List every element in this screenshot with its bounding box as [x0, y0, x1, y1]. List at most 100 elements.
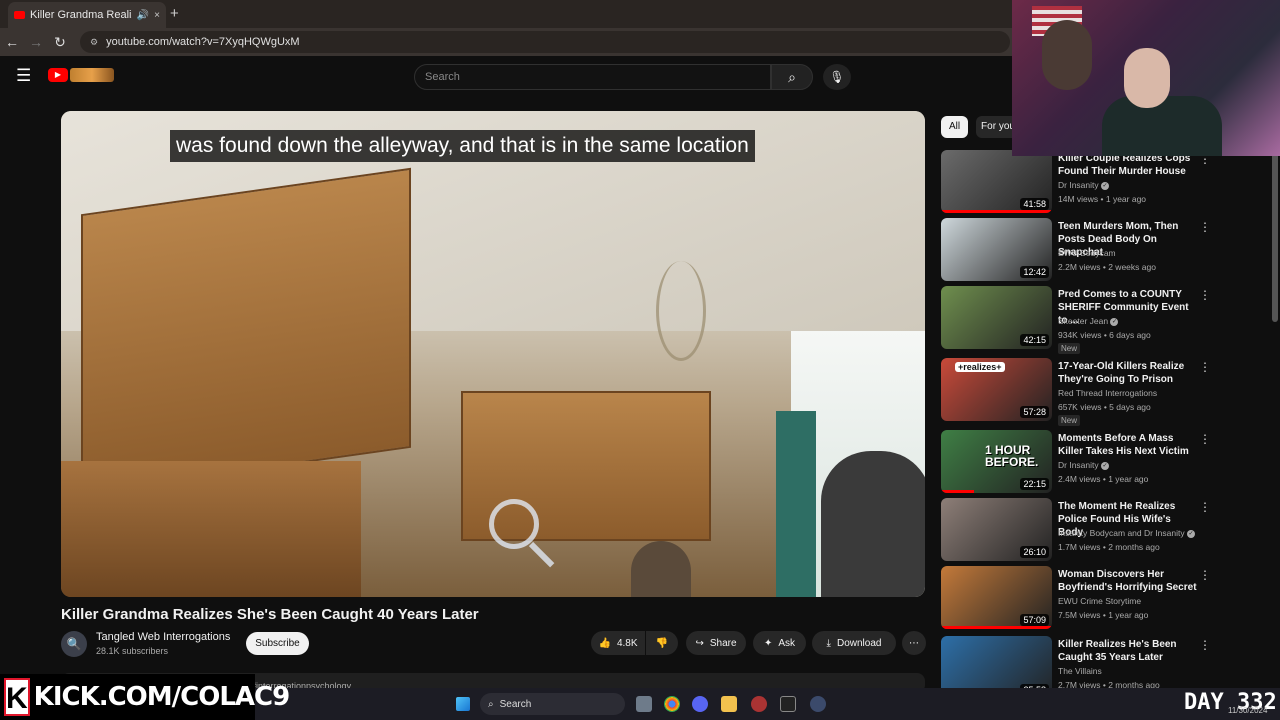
- recommendation-channel[interactable]: EWU Bodycam: [1058, 248, 1116, 258]
- recommendation-channel[interactable]: Dr Insanity ✓: [1058, 180, 1109, 190]
- taskbar-search[interactable]: ⌕ Search: [480, 693, 625, 715]
- chip-all[interactable]: All: [941, 116, 968, 138]
- channel-avatar[interactable]: 🔍: [61, 631, 87, 657]
- new-tab-button[interactable]: +: [170, 5, 179, 22]
- recommendation-channel[interactable]: The Villains: [1058, 666, 1102, 676]
- kebab-menu-icon[interactable]: ⋮: [1199, 360, 1211, 374]
- video-duration: 12:42: [1020, 266, 1049, 278]
- recommendation-title[interactable]: 17-Year-Old Killers Realize They're Goin…: [1058, 360, 1198, 386]
- watch-progress-bar: [941, 490, 975, 493]
- kebab-menu-icon[interactable]: ⋮: [1199, 288, 1211, 302]
- recommendation-channel-name: EWU Crime Storytime: [1058, 596, 1142, 606]
- channel-name[interactable]: Tangled Web Interrogations: [96, 631, 230, 643]
- webcam-streamer-head: [1124, 48, 1170, 108]
- recommendation-channel[interactable]: Insanity Bodycam and Dr Insanity ✓: [1058, 528, 1195, 538]
- search-button[interactable]: ⌕: [771, 64, 813, 90]
- share-button[interactable]: ↪ Share: [686, 631, 746, 655]
- chrome-icon[interactable]: [664, 696, 680, 712]
- recommendation-thumbnail[interactable]: 57:28 +realizes+: [941, 358, 1052, 421]
- kebab-menu-icon[interactable]: ⋮: [1199, 432, 1211, 446]
- video-frame-officer: [821, 451, 925, 597]
- recommendation-meta: 2.4M views • 1 year ago: [1058, 474, 1149, 484]
- recommendation-thumbnail[interactable]: 42:15: [941, 286, 1052, 349]
- more-actions-button[interactable]: ⋯: [902, 631, 926, 655]
- recommendation-item[interactable]: 57:09 Woman Discovers Her Boyfriend's Hor…: [941, 566, 1211, 632]
- app-icon-m[interactable]: [780, 696, 796, 712]
- kebab-menu-icon[interactable]: ⋮: [1199, 568, 1211, 582]
- recommendation-channel[interactable]: Dr Insanity ✓: [1058, 460, 1109, 470]
- task-view-icon[interactable]: [636, 696, 652, 712]
- watch-progress-bar: [941, 210, 1052, 213]
- recommendation-channel[interactable]: Skeeter Jean ✓: [1058, 316, 1119, 326]
- search-input[interactable]: Search: [414, 64, 771, 90]
- sidebar-scrollbar[interactable]: [1272, 150, 1278, 322]
- youtube-logo[interactable]: ▶: [48, 68, 114, 82]
- recommendation-item[interactable]: 12:42 Teen Murders Mom, Then Posts Dead B…: [941, 218, 1211, 284]
- recommendation-item[interactable]: 42:15 Pred Comes to a COUNTY SHERIFF Comm…: [941, 286, 1211, 354]
- obs-icon[interactable]: [751, 696, 767, 712]
- watch-progress-bar: [941, 626, 1052, 629]
- recommendation-item[interactable]: 26:10 The Moment He Realizes Police Found…: [941, 498, 1211, 564]
- recommendation-thumbnail[interactable]: 22:15 1 HOUR BEFORE.: [941, 430, 1052, 493]
- browser-tab[interactable]: Killer Grandma Realizes She 🔊 ×: [8, 2, 166, 28]
- hamburger-menu-icon[interactable]: ☰: [16, 66, 31, 86]
- thumbnail-overlay-text: +realizes+: [955, 362, 1005, 372]
- discord-icon[interactable]: [692, 696, 708, 712]
- recommendation-channel[interactable]: EWU Crime Storytime: [1058, 596, 1141, 606]
- thumbs-up-icon: 👍: [598, 637, 611, 649]
- ask-button[interactable]: ✦ Ask: [753, 631, 806, 655]
- magnifier-avatar-icon: 🔍: [66, 637, 82, 651]
- recommendation-title[interactable]: Woman Discovers Her Boyfriend's Horrifyi…: [1058, 568, 1198, 594]
- video-frame-upper-cabinet: [81, 167, 411, 495]
- kick-stream-badge: K KICK.COM/COLAC9: [0, 674, 290, 720]
- recommendation-channel[interactable]: Red Thread Interrogations: [1058, 388, 1157, 398]
- back-arrow-icon[interactable]: ←: [0, 34, 24, 50]
- recommendation-title[interactable]: Moments Before A Mass Killer Takes His N…: [1058, 432, 1198, 458]
- recommendation-item[interactable]: 57:28 +realizes+ 17-Year-Old Killers Reali…: [941, 358, 1211, 426]
- download-label: Download: [836, 637, 882, 649]
- reload-icon[interactable]: ↻: [48, 34, 72, 51]
- kebab-menu-icon[interactable]: ⋮: [1199, 500, 1211, 514]
- video-frame-counter: [61, 461, 361, 597]
- app-icon-circle[interactable]: [810, 696, 826, 712]
- webcam-streamer-shirt: [1102, 96, 1222, 156]
- more-dots-icon: ⋯: [909, 637, 919, 649]
- recommendation-thumbnail[interactable]: 12:42: [941, 218, 1052, 281]
- recommendation-thumbnail[interactable]: 57:09: [941, 566, 1052, 629]
- recommendation-title[interactable]: Killer Realizes He's Been Caught 35 Year…: [1058, 638, 1198, 664]
- like-button[interactable]: 👍 4.8K: [591, 631, 645, 655]
- recommendation-channel-name: Red Thread Interrogations: [1058, 388, 1158, 398]
- voice-search-mic-icon[interactable]: 🎙: [823, 64, 851, 90]
- video-duration: 22:15: [1020, 478, 1049, 490]
- recommendation-thumbnail[interactable]: 41:58: [941, 150, 1052, 213]
- forward-arrow-icon[interactable]: →: [24, 34, 48, 50]
- youtube-play-icon: ▶: [48, 68, 68, 82]
- video-player[interactable]: was found down the alleyway, and that is…: [61, 111, 925, 597]
- speaker-icon[interactable]: 🔊: [137, 10, 149, 21]
- recommendation-item[interactable]: 22:15 1 HOUR BEFORE. Moments Before A Mass…: [941, 430, 1211, 496]
- kebab-menu-icon[interactable]: ⋮: [1199, 638, 1211, 652]
- subscribe-button[interactable]: Subscribe: [246, 632, 309, 655]
- recommendation-meta: 1.7M views • 2 months ago: [1058, 542, 1160, 552]
- video-duration: 26:10: [1020, 546, 1049, 558]
- windows-start-icon[interactable]: [456, 697, 470, 711]
- tab-title: Killer Grandma Realizes She: [30, 9, 132, 21]
- recommendation-meta: 2.2M views • 2 weeks ago: [1058, 262, 1156, 272]
- youtube-favicon-icon: [14, 11, 25, 19]
- recommendation-item[interactable]: 41:58 Killer Couple Realizes Cops Found T…: [941, 150, 1211, 216]
- file-explorer-icon[interactable]: [721, 696, 737, 712]
- magnifier-watermark-icon: [489, 499, 539, 549]
- video-duration: 57:09: [1020, 614, 1049, 626]
- thumbs-down-icon: 👎: [655, 637, 669, 649]
- kick-url: KICK.COM/COLAC9: [33, 682, 291, 712]
- share-arrow-icon: ↪: [695, 637, 704, 649]
- dislike-button[interactable]: 👎: [646, 631, 678, 655]
- site-info-icon[interactable]: ⚙: [90, 37, 98, 48]
- video-duration: 41:58: [1020, 198, 1049, 210]
- tab-close-icon[interactable]: ×: [154, 10, 160, 21]
- webcam-overlay: [1012, 0, 1280, 156]
- kebab-menu-icon[interactable]: ⋮: [1199, 220, 1211, 234]
- url-field[interactable]: ⚙ youtube.com/watch?v=7XyqHQWgUxM: [80, 31, 1010, 53]
- download-button[interactable]: ⤓ Download: [812, 631, 896, 655]
- recommendation-thumbnail[interactable]: 26:10: [941, 498, 1052, 561]
